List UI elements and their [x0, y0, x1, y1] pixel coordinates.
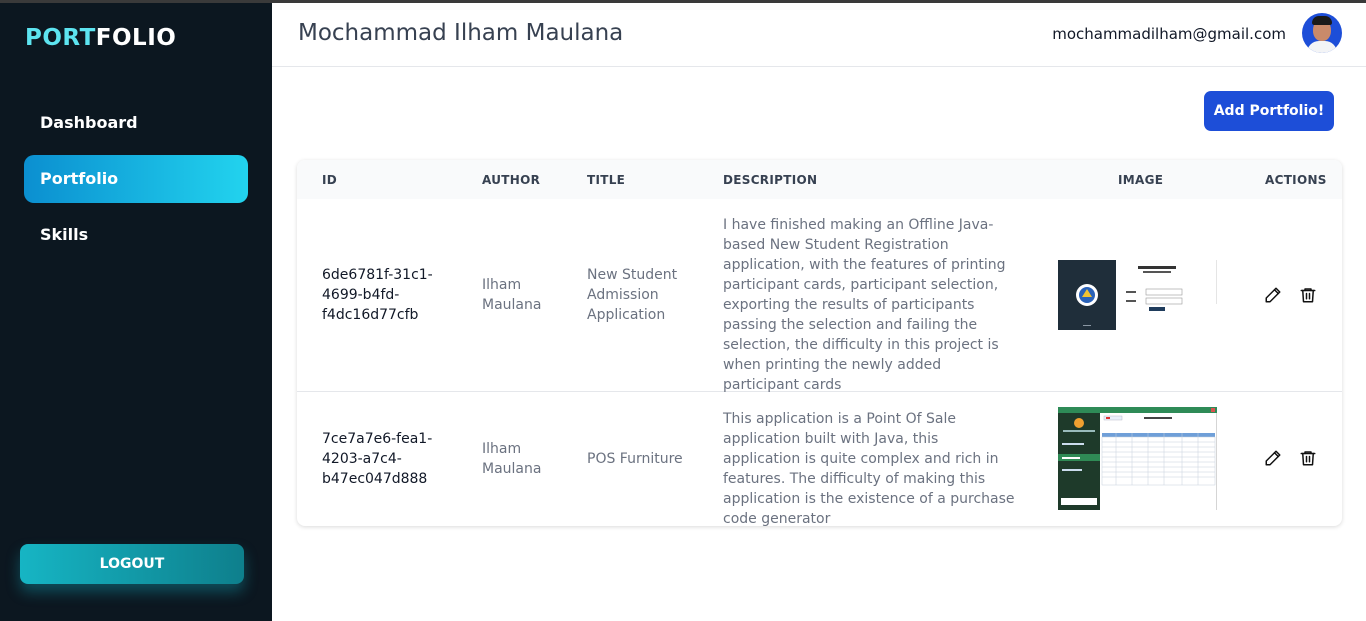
table-row: 6de6781f-31c1-4699-b4fd-f4dc16d77cfb Ilh…: [297, 199, 1342, 393]
user-email: mochammadilham@gmail.com: [1052, 25, 1286, 43]
project-thumbnail[interactable]: [1058, 407, 1217, 510]
column-header-actions: ACTIONS: [1265, 173, 1327, 187]
cell-title: POS Furniture: [587, 451, 683, 467]
avatar[interactable]: [1302, 13, 1342, 53]
delete-button[interactable]: [1299, 449, 1317, 467]
project-thumbnail[interactable]: [1058, 260, 1217, 330]
column-header-title: TITLE: [587, 173, 626, 187]
sidebar-item-skills[interactable]: Skills: [24, 211, 248, 259]
avatar-hair: [1312, 16, 1332, 25]
add-portfolio-button[interactable]: Add Portfolio!: [1204, 91, 1334, 131]
brand-part2: FOLIO: [95, 25, 177, 51]
edit-button[interactable]: [1264, 286, 1282, 304]
edit-button[interactable]: [1264, 449, 1282, 467]
cell-author: Ilham Maulana: [482, 277, 542, 313]
sidebar-item-portfolio[interactable]: Portfolio: [24, 155, 248, 203]
cell-author: Ilham Maulana: [482, 441, 542, 477]
cell-id: 6de6781f-31c1-4699-b4fd-f4dc16d77cfb: [322, 267, 433, 323]
brand-part1: PORT: [25, 25, 96, 51]
column-header-description: DESCRIPTION: [723, 173, 818, 187]
trash-icon: [1300, 288, 1316, 303]
sidebar-item-dashboard[interactable]: Dashboard: [24, 99, 248, 147]
portfolio-table: ID AUTHOR TITLE DESCRIPTION IMAGE ACTION…: [297, 160, 1342, 526]
cell-id: 7ce7a7e6-fea1-4203-a7c4-b47ec047d888: [322, 431, 433, 487]
top-header: Mochammad Ilham Maulana mochammadilham@g…: [272, 3, 1366, 67]
table-row: 7ce7a7e6-fea1-4203-a7c4-b47ec047d888 Ilh…: [297, 392, 1342, 526]
column-header-id: ID: [322, 173, 338, 187]
pencil-icon: [1265, 287, 1281, 303]
brand-logo[interactable]: PORTFOLIO: [25, 25, 176, 51]
logout-button[interactable]: LOGOUT: [20, 544, 244, 584]
sidebar: PORTFOLIO Dashboard Portfolio Skills LOG…: [0, 3, 272, 621]
cell-description: This application is a Point Of Sale appl…: [723, 411, 1015, 526]
cell-description: I have finished making an Offline Java-b…: [723, 217, 1006, 393]
delete-button[interactable]: [1299, 286, 1317, 304]
trash-icon: [1300, 451, 1316, 466]
table-header: ID AUTHOR TITLE DESCRIPTION IMAGE ACTION…: [297, 160, 1342, 199]
page-title: Mochammad Ilham Maulana: [298, 20, 624, 46]
cell-title: New Student Admission Application: [587, 267, 678, 323]
avatar-shirt: [1307, 41, 1337, 53]
column-header-author: AUTHOR: [482, 173, 541, 187]
pencil-icon: [1265, 450, 1281, 466]
window-top-border: [0, 0, 1366, 3]
column-header-image: IMAGE: [1118, 173, 1164, 187]
